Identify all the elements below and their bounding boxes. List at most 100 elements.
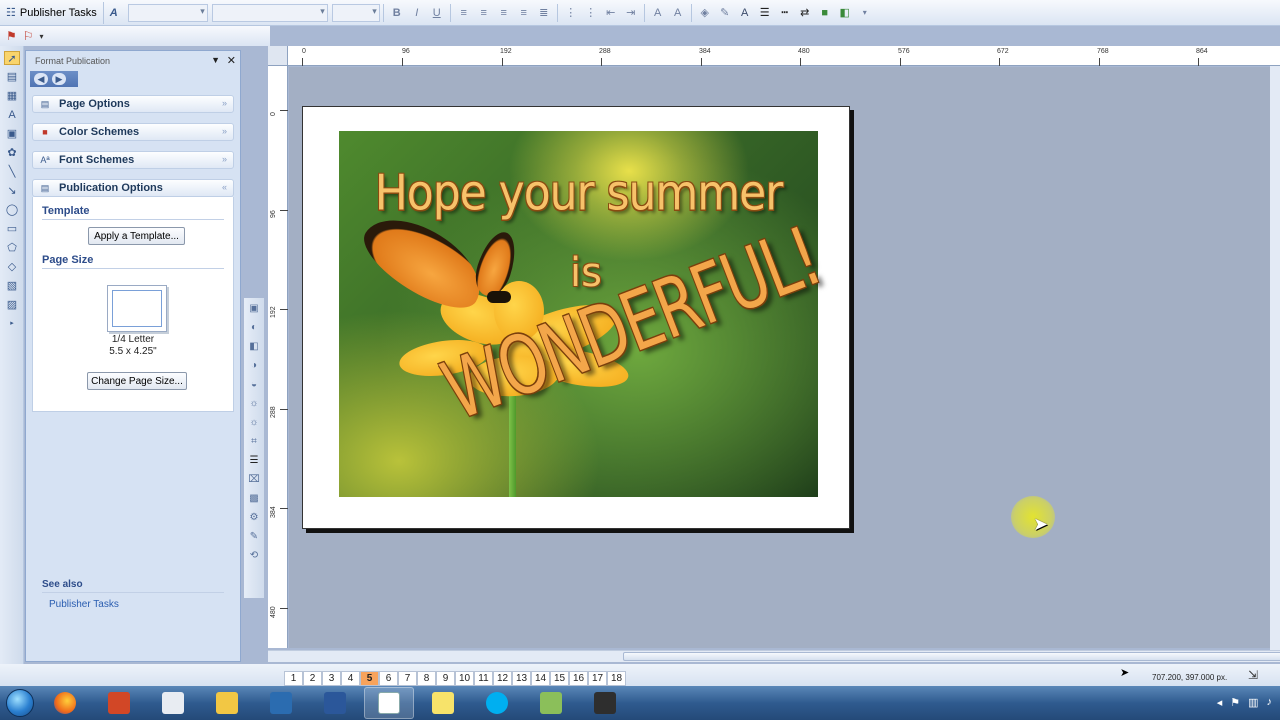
section-font-schemes[interactable]: Aª Font Schemes » bbox=[32, 151, 234, 169]
style-combo[interactable] bbox=[127, 3, 208, 22]
oval-icon[interactable]: ◯ bbox=[4, 203, 20, 217]
arrow-style-icon[interactable]: ⇄ bbox=[795, 3, 815, 23]
change-page-size-button[interactable]: Change Page Size... bbox=[87, 372, 187, 390]
more-tools-icon[interactable]: ▸ bbox=[4, 317, 20, 331]
autoshapes-icon[interactable]: ⬠ bbox=[4, 241, 20, 255]
fill-color-icon[interactable]: ◈ bbox=[695, 3, 715, 23]
page-tab[interactable]: 4 bbox=[341, 671, 360, 686]
volume-icon[interactable]: ♪ bbox=[1267, 696, 1273, 709]
numbering-icon[interactable]: ⋮ bbox=[561, 3, 581, 23]
action-center-icon[interactable]: ⚑ bbox=[1230, 696, 1240, 709]
page-tab[interactable]: 3 bbox=[322, 671, 341, 686]
brightness-down-icon[interactable]: ☼ bbox=[247, 416, 261, 430]
page-tab[interactable]: 13 bbox=[512, 671, 531, 686]
format-picture-icon[interactable]: ⚙ bbox=[247, 511, 261, 525]
font-size-combo[interactable] bbox=[331, 3, 380, 22]
line-style-icon[interactable]: ☰ bbox=[755, 3, 775, 23]
table-icon[interactable]: ▦ bbox=[4, 89, 20, 103]
compress-icon[interactable]: ⌧ bbox=[247, 473, 261, 487]
contrast-icon[interactable]: ◧ bbox=[247, 340, 261, 354]
justify-icon[interactable]: ≡ bbox=[514, 3, 534, 23]
arrow-icon[interactable]: ↘ bbox=[4, 184, 20, 198]
page-tab[interactable]: 12 bbox=[493, 671, 512, 686]
less-contrast-icon[interactable]: ◒ bbox=[247, 378, 261, 392]
text-box-icon[interactable]: ▤ bbox=[4, 70, 20, 84]
more-contrast-icon[interactable]: ◑ bbox=[247, 359, 261, 373]
powerpoint-taskbar-button[interactable] bbox=[94, 687, 144, 719]
sticky-notes-taskbar-button[interactable] bbox=[418, 687, 468, 719]
skype-taskbar-button[interactable] bbox=[472, 687, 522, 719]
bullets-icon[interactable]: ⋮ bbox=[581, 3, 601, 23]
distribute-icon[interactable]: ≣ bbox=[534, 3, 554, 23]
pdf-icon[interactable]: ⚑ bbox=[6, 29, 17, 43]
page-tab[interactable]: 11 bbox=[474, 671, 493, 686]
clip-art-icon[interactable]: ✿ bbox=[4, 146, 20, 160]
item-library-icon[interactable]: ▨ bbox=[4, 298, 20, 312]
section-color-schemes[interactable]: ■ Color Schemes » bbox=[32, 123, 234, 141]
taskbar-app-5[interactable] bbox=[256, 687, 306, 719]
hot-spot-icon[interactable]: ◇ bbox=[4, 260, 20, 274]
line-color-icon[interactable]: ✎ bbox=[715, 3, 735, 23]
back-icon[interactable]: ◀ bbox=[34, 73, 48, 85]
explorer-taskbar-button[interactable] bbox=[202, 687, 252, 719]
section-page-options[interactable]: ▤ Page Options » bbox=[32, 95, 234, 113]
horizontal-ruler[interactable]: 0 96 192 288 384 480 576 672 768 864 bbox=[288, 46, 1280, 66]
select-icon[interactable]: ➚ bbox=[4, 51, 20, 65]
reset-picture-icon[interactable]: ⟲ bbox=[247, 549, 261, 563]
network-icon[interactable]: ▥ bbox=[1248, 696, 1258, 709]
taskbar-app-11[interactable] bbox=[580, 687, 630, 719]
publisher-tasks-link[interactable]: Publisher Tasks bbox=[49, 599, 119, 610]
page-tab[interactable]: 16 bbox=[569, 671, 588, 686]
wordart-icon[interactable]: A bbox=[4, 108, 20, 122]
page-tab[interactable]: 2 bbox=[303, 671, 322, 686]
font-size-decrease-icon[interactable]: A bbox=[648, 3, 668, 23]
font-size-increase-icon[interactable]: A bbox=[668, 3, 688, 23]
page-tab[interactable]: 1 bbox=[284, 671, 303, 686]
publisher-taskbar-button[interactable] bbox=[364, 687, 414, 719]
vertical-scrollbar[interactable] bbox=[1270, 66, 1280, 650]
design-gallery-icon[interactable]: ▧ bbox=[4, 279, 20, 293]
headline-text[interactable]: Hope your summer bbox=[339, 165, 818, 222]
taskbar-app-10[interactable] bbox=[526, 687, 576, 719]
align-left-icon[interactable]: ≡ bbox=[454, 3, 474, 23]
tray-arrow-icon[interactable]: ◂ bbox=[1217, 696, 1223, 709]
rectangle-icon[interactable]: ▭ bbox=[4, 222, 20, 236]
page-tab[interactable]: 7 bbox=[398, 671, 417, 686]
page-tab-active[interactable]: 5 bbox=[360, 671, 379, 686]
font-name-combo[interactable] bbox=[211, 3, 328, 22]
firefox-taskbar-button[interactable] bbox=[40, 687, 90, 719]
word-taskbar-button[interactable] bbox=[310, 687, 360, 719]
page-tab[interactable]: 9 bbox=[436, 671, 455, 686]
page-tab[interactable]: 18 bbox=[607, 671, 626, 686]
forward-icon[interactable]: ▶ bbox=[52, 73, 66, 85]
publisher-tasks-button[interactable]: ☷ Publisher Tasks bbox=[0, 1, 104, 24]
apply-template-button[interactable]: Apply a Template... bbox=[88, 227, 185, 245]
page-tab[interactable]: 15 bbox=[550, 671, 569, 686]
decrease-indent-icon[interactable]: ⇤ bbox=[601, 3, 621, 23]
horizontal-scrollbar[interactable] bbox=[268, 650, 1280, 662]
underline-icon[interactable]: U bbox=[427, 3, 447, 23]
brightness-up-icon[interactable]: ☼ bbox=[247, 397, 261, 411]
dash-style-icon[interactable]: ┅ bbox=[775, 3, 795, 23]
styles-icon[interactable]: A bbox=[104, 3, 124, 23]
document-taskbar-button[interactable] bbox=[148, 687, 198, 719]
color-icon[interactable]: ◐ bbox=[247, 321, 261, 335]
start-button[interactable] bbox=[0, 686, 40, 720]
pane-dropdown-icon[interactable]: ▼ bbox=[211, 55, 220, 65]
bold-icon[interactable]: B bbox=[387, 3, 407, 23]
picture-icon[interactable]: ▣ bbox=[4, 127, 20, 141]
toolbar-options-icon[interactable]: ▾ bbox=[855, 3, 875, 23]
pdf-options-icon[interactable]: ⚐ bbox=[23, 29, 34, 43]
page-tab[interactable]: 14 bbox=[531, 671, 550, 686]
align-right-icon[interactable]: ≡ bbox=[494, 3, 514, 23]
increase-indent-icon[interactable]: ⇥ bbox=[621, 3, 641, 23]
close-icon[interactable]: ✕ bbox=[227, 54, 236, 67]
page-size-thumbnail[interactable] bbox=[107, 285, 167, 332]
section-publication-options[interactable]: ▤ Publication Options « bbox=[32, 179, 234, 197]
line-icon[interactable]: ╲ bbox=[4, 165, 20, 179]
align-center-icon[interactable]: ≡ bbox=[474, 3, 494, 23]
line-style-icon[interactable]: ☰ bbox=[247, 454, 261, 468]
set-transparent-icon[interactable]: ✎ bbox=[247, 530, 261, 544]
vertical-ruler[interactable]: 0 96 192 288 384 480 bbox=[268, 66, 288, 648]
page-tab[interactable]: 6 bbox=[379, 671, 398, 686]
